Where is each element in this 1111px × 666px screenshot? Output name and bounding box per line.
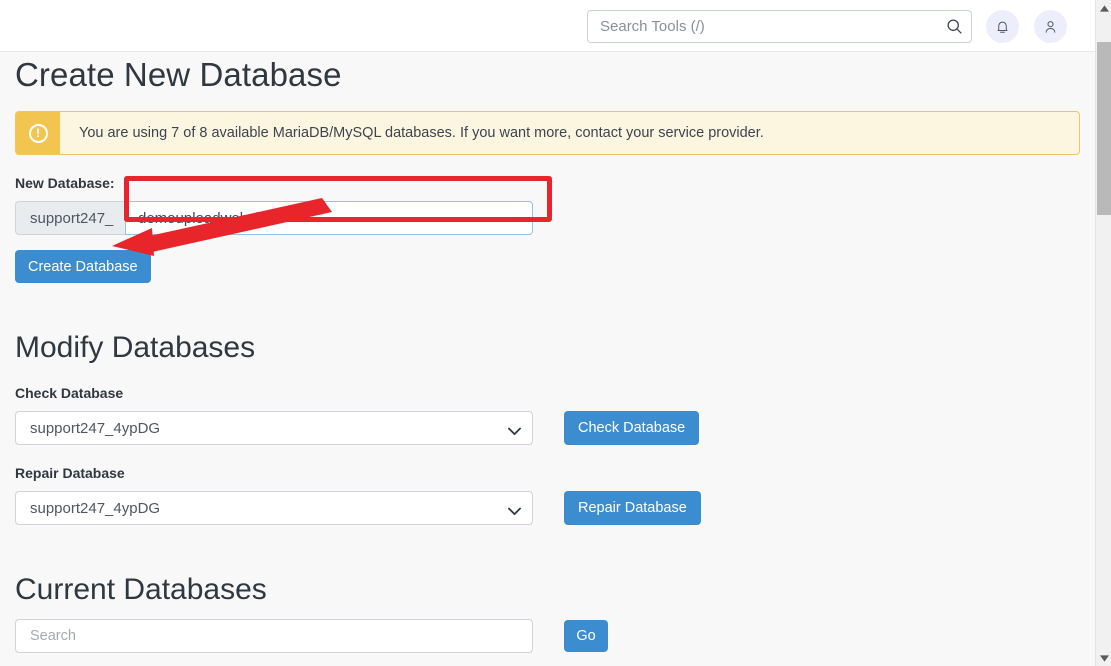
page-title: Create New Database <box>15 52 1080 94</box>
triangle-down-icon <box>1100 655 1109 662</box>
database-quota-alert: ! You are using 7 of 8 available MariaDB… <box>15 111 1080 155</box>
repair-database-label: Repair Database <box>15 465 1080 481</box>
new-database-name-input[interactable] <box>125 201 533 235</box>
check-database-row: support247_4ypDG Check Database <box>15 411 1080 445</box>
scroll-down-button[interactable] <box>1096 650 1111 666</box>
database-prefix-label: support247_ <box>15 201 125 235</box>
top-navigation-bar <box>0 0 1095 52</box>
search-icon <box>946 18 963 35</box>
new-database-label: New Database: <box>15 175 1080 191</box>
repair-database-select[interactable]: support247_4ypDG <box>15 491 533 525</box>
search-tools-container <box>587 10 972 43</box>
search-go-button[interactable]: Go <box>564 620 608 652</box>
check-database-select-container: support247_4ypDG <box>15 411 533 445</box>
alert-icon-container: ! <box>16 112 60 154</box>
create-database-button[interactable]: Create Database <box>15 250 151 283</box>
current-databases-search-row: Go <box>15 619 1080 653</box>
check-database-label: Check Database <box>15 385 1080 401</box>
alert-message: You are using 7 of 8 available MariaDB/M… <box>60 112 764 154</box>
scrollbar-thumb[interactable] <box>1097 42 1111 215</box>
current-databases-heading: Current Databases <box>15 573 1080 607</box>
search-submit-button[interactable] <box>937 11 971 42</box>
vertical-scrollbar[interactable] <box>1095 0 1111 666</box>
notifications-button[interactable] <box>986 10 1019 43</box>
account-button[interactable] <box>1034 10 1067 43</box>
search-input[interactable] <box>588 11 937 42</box>
repair-database-row: support247_4ypDG Repair Database <box>15 491 1080 525</box>
main-content: Create New Database ! You are using 7 of… <box>0 52 1095 666</box>
bell-icon <box>995 19 1010 35</box>
application-window: Create New Database ! You are using 7 of… <box>0 0 1111 666</box>
modify-databases-heading: Modify Databases <box>15 331 1080 365</box>
user-icon <box>1043 19 1058 35</box>
new-database-input-group: support247_ <box>15 201 533 235</box>
check-database-select[interactable]: support247_4ypDG <box>15 411 533 445</box>
repair-database-select-container: support247_4ypDG <box>15 491 533 525</box>
check-database-button[interactable]: Check Database <box>564 411 699 445</box>
scroll-up-button[interactable] <box>1096 0 1111 16</box>
exclamation-circle-icon: ! <box>29 124 48 143</box>
current-databases-search-input[interactable] <box>15 619 533 653</box>
triangle-up-icon <box>1100 5 1109 12</box>
repair-database-button[interactable]: Repair Database <box>564 491 701 525</box>
